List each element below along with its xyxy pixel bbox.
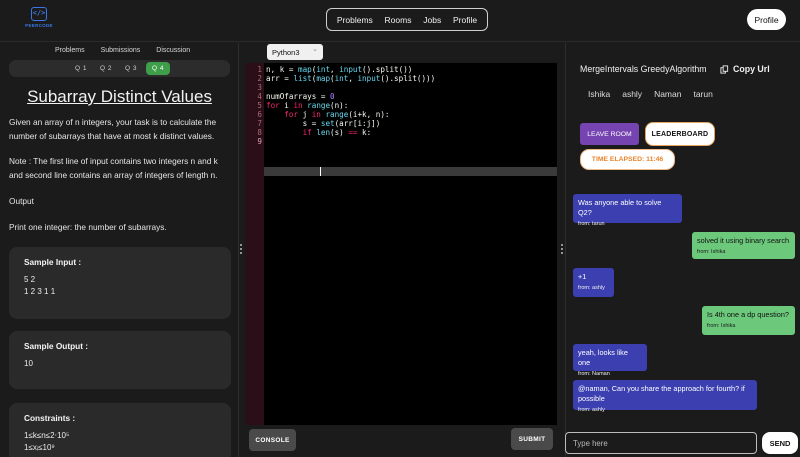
active-line-highlight — [264, 167, 557, 176]
message-sender: from: Ishika — [697, 249, 726, 255]
code-editor[interactable]: 1 2 3 4 5 6 7 8 9 n, k = map(int, input(… — [245, 63, 557, 425]
room-name: MergeIntervals GreedyAlgorithm — [580, 64, 707, 74]
output-text: Print one integer: the number of subarra… — [9, 222, 167, 232]
tab-problems[interactable]: Problems — [55, 47, 85, 54]
code-line: numOfarrays = 0 — [266, 92, 335, 101]
message-sender: from: ashly — [578, 407, 605, 413]
message-text: @naman, Can you share the approach for f… — [578, 384, 745, 403]
constraints-card: Constraints : 1≤k≤n≤2⋅10⁵ 1≤xᵢ≤10⁹ — [9, 403, 231, 457]
left-resize-handle[interactable] — [239, 244, 242, 254]
text-caret — [320, 167, 321, 176]
chat-message: Is 4th one a dp question? from: Ishika — [702, 306, 795, 335]
line-number: 8 — [257, 128, 262, 137]
code-line: n, k = map(int, input().split()) — [266, 65, 413, 74]
line-number: 5 — [257, 101, 262, 110]
code-icon: </> — [31, 7, 47, 21]
constraints-title: Constraints : — [24, 413, 76, 423]
sample-output-card: Sample Output : 10 — [9, 331, 231, 389]
code-line: if len(s) == k: — [302, 128, 372, 137]
main-nav: Problems Rooms Jobs Profile — [326, 8, 488, 31]
chat-input[interactable]: Type here — [565, 432, 757, 454]
sample-output-title: Sample Output : — [24, 341, 89, 351]
problem-description: Given an array of n integers, your task … — [9, 117, 217, 141]
submit-button[interactable]: SUBMIT — [511, 428, 553, 450]
top-navbar: </> PEERCODE Problems Rooms Jobs Profile… — [0, 0, 800, 42]
member-name: Naman — [654, 89, 682, 99]
line-number: 4 — [257, 92, 262, 101]
chat-message: @naman, Can you share the approach for f… — [573, 380, 757, 413]
chat-message: +1 from: ashly — [573, 268, 614, 297]
copy-url-button[interactable]: Copy Url — [720, 64, 770, 74]
problem-panel: Problems Submissions Discussion Q 1 Q 2 … — [0, 43, 239, 457]
member-name: Ishika — [588, 89, 611, 99]
leave-room-button[interactable]: LEAVE ROOM — [580, 123, 639, 145]
nav-rooms[interactable]: Rooms — [385, 15, 412, 25]
question-tab-2[interactable]: Q 2 — [94, 62, 118, 75]
message-sender: from: ashly — [578, 285, 605, 291]
problem-tabs: Problems Submissions Discussion — [55, 47, 190, 54]
chat-message: solved it using binary search from: Ishi… — [692, 232, 795, 259]
room-panel: MergeIntervals GreedyAlgorithm Copy Url … — [565, 43, 800, 457]
language-select[interactable]: Python3 ⌄ — [267, 44, 323, 60]
send-button[interactable]: SEND — [762, 432, 798, 454]
code-line: for i in range(n): — [266, 101, 349, 110]
nav-profile[interactable]: Profile — [453, 15, 477, 25]
member-name: tarun — [693, 89, 713, 99]
output-heading: Output — [9, 196, 34, 206]
line-number: 1 — [257, 65, 262, 74]
code-editor-panel: Python3 ⌄ 1 2 3 4 5 6 7 8 9 n, k = map(i… — [245, 43, 557, 457]
line-number: 9 — [257, 137, 262, 146]
code-line: s = set(arr[i:j]) — [266, 119, 381, 128]
constraint-line: 1≤k≤n≤2⋅10⁵ — [24, 431, 70, 440]
copy-url-label: Copy Url — [733, 64, 770, 74]
chat-message: Was anyone able to solve Q2? from: tarun — [573, 194, 682, 227]
brand-logo[interactable]: </> PEERCODE — [20, 7, 58, 35]
member-list: Ishika ashly Naman tarun — [588, 89, 713, 99]
leaderboard-button[interactable]: LEADERBOARD — [645, 122, 715, 146]
constraint-line: 1≤xᵢ≤10⁹ — [24, 442, 55, 452]
brand-name: PEERCODE — [25, 23, 53, 28]
chevron-down-icon: ⌄ — [312, 46, 318, 53]
tab-discussion[interactable]: Discussion — [156, 47, 190, 54]
nav-jobs[interactable]: Jobs — [423, 15, 441, 25]
profile-button[interactable]: Profile — [747, 9, 786, 30]
sample-output-value: 10 — [24, 359, 33, 368]
message-text: yeah, looks like one — [578, 348, 628, 367]
question-tab-3[interactable]: Q 3 — [119, 62, 143, 75]
message-text: solved it using binary search — [697, 236, 790, 245]
question-selector: Q 1 Q 2 Q 3 Q 4 — [9, 60, 230, 77]
line-number: 7 — [257, 119, 262, 128]
message-sender: from: Naman — [578, 371, 610, 377]
sample-input-title: Sample Input : — [24, 257, 82, 267]
nav-problems[interactable]: Problems — [337, 15, 373, 25]
message-sender: from: tarun — [578, 221, 605, 227]
line-number: 3 — [257, 83, 262, 92]
copy-icon — [720, 64, 729, 74]
line-number: 6 — [257, 110, 262, 119]
right-resize-handle[interactable] — [560, 244, 563, 254]
sample-input-card: Sample Input : 5 2 1 2 3 1 1 — [9, 247, 231, 319]
language-value: Python3 — [272, 47, 300, 57]
sample-input-line: 5 2 — [24, 275, 36, 284]
message-sender: from: Ishika — [707, 323, 736, 329]
question-tab-1[interactable]: Q 1 — [69, 62, 93, 75]
problem-note: Note : The first line of input contains … — [9, 156, 218, 180]
question-tab-4[interactable]: Q 4 — [146, 62, 170, 75]
tab-submissions[interactable]: Submissions — [101, 47, 141, 54]
message-text: Is 4th one a dp question? — [707, 310, 789, 319]
editor-footer: CONSOLE SUBMIT — [245, 425, 557, 457]
message-text: Was anyone able to solve Q2? — [578, 198, 662, 217]
problem-title: Subarray Distinct Values — [27, 87, 212, 106]
message-text: +1 — [578, 272, 587, 281]
sample-input-line: 1 2 3 1 1 — [24, 286, 56, 296]
console-button[interactable]: CONSOLE — [249, 429, 296, 451]
code-line: arr = list(map(int, input().split())) — [266, 74, 436, 83]
line-number: 2 — [257, 74, 262, 83]
code-line: for j in range(i+k, n): — [284, 110, 390, 119]
chat-message: yeah, looks like one from: Naman — [573, 344, 647, 377]
time-elapsed-badge: TIME ELAPSED: 11:46 — [580, 149, 675, 170]
member-name: ashly — [622, 89, 643, 99]
